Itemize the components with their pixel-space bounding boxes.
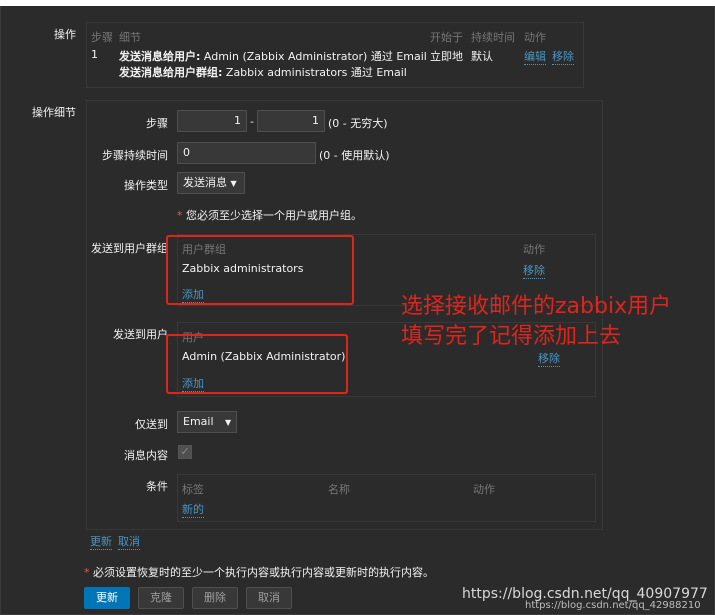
- annotation-line-2: 填写完了记得添加上去: [401, 324, 622, 349]
- col-details-header: 细节: [119, 31, 141, 44]
- steps-separator: -: [250, 115, 254, 128]
- required-note: * 您必须至少选择一个用户或用户组。: [177, 209, 362, 222]
- cancel-button[interactable]: 取消: [246, 587, 292, 609]
- col-step-header: 步骤: [91, 31, 113, 44]
- operations-label: 操作: [54, 28, 76, 41]
- col-group-action-header: 动作: [523, 243, 545, 256]
- step-from-input[interactable]: 1: [177, 110, 247, 132]
- step-to-input[interactable]: 1: [257, 110, 325, 132]
- send-only-to-label: 仅送到: [135, 418, 168, 431]
- chevron-down-icon: ▼: [230, 179, 237, 188]
- remove-user-link[interactable]: 移除: [538, 350, 560, 367]
- operations-table: 步骤 细节 开始于 持续时间 动作 1 发送消息给用户: Admin (Zabb…: [86, 22, 584, 88]
- col-condition-action-header: 动作: [473, 483, 495, 496]
- operation-type-select[interactable]: 发送消息 ▼: [177, 172, 245, 194]
- default-message-checkbox[interactable]: ✓: [178, 445, 192, 459]
- cancel-operation-link[interactable]: 取消: [118, 533, 140, 550]
- chevron-down-icon: ▼: [225, 418, 232, 427]
- watermark-sub: https://blog.csdn.net/qq_42988210: [525, 600, 701, 611]
- conditions-label: 条件: [146, 480, 168, 493]
- update-button[interactable]: 更新: [84, 587, 130, 609]
- highlight-box-users: [166, 334, 348, 394]
- remove-operation-link[interactable]: 移除: [552, 48, 574, 65]
- footer-required-note: * 必须设置恢复时的至少一个执行内容或执行内容或更新时的执行内容。: [84, 566, 434, 579]
- edit-operation-link[interactable]: 编辑: [524, 48, 546, 65]
- col-label-header: 标签: [182, 483, 204, 496]
- operation-duration: 默认: [471, 50, 493, 63]
- col-start-header: 开始于: [430, 31, 463, 44]
- new-condition-link[interactable]: 新的: [182, 501, 204, 518]
- step-duration-label: 步骤持续时间: [102, 149, 168, 162]
- send-to-groups-label: 发送到用户群组: [91, 242, 168, 255]
- step-duration-hint: (0 - 使用默认): [319, 149, 390, 162]
- clone-button[interactable]: 克隆: [138, 587, 184, 609]
- steps-label: 步骤: [146, 117, 168, 130]
- remove-user-group-link[interactable]: 移除: [523, 262, 545, 279]
- col-action-header: 动作: [524, 31, 546, 44]
- operation-detail-group: 发送消息给用户群组: Zabbix administrators 通过 Emai…: [119, 66, 407, 79]
- col-duration-header: 持续时间: [471, 31, 515, 44]
- highlight-box-groups: [166, 235, 354, 305]
- operation-step: 1: [91, 48, 98, 61]
- annotation-line-1: 选择接收邮件的zabbix用户: [401, 294, 672, 319]
- operation-start-in: 立即地: [430, 50, 463, 63]
- steps-hint: (0 - 无穷大): [328, 117, 388, 130]
- conditions-table: 标签 名称 动作 新的: [177, 474, 596, 522]
- step-duration-input[interactable]: 0: [177, 142, 316, 164]
- default-message-label: 消息内容: [124, 449, 168, 462]
- top-strip: [0, 0, 715, 6]
- operation-detail-user: 发送消息给用户: Admin (Zabbix Administrator) 通过…: [119, 50, 427, 63]
- operation-details-label: 操作细节: [32, 106, 76, 119]
- update-operation-link[interactable]: 更新: [90, 533, 112, 550]
- delete-button[interactable]: 删除: [192, 587, 238, 609]
- send-only-to-select[interactable]: Email ▼: [177, 411, 237, 433]
- send-to-users-label: 发送到用户: [113, 328, 168, 341]
- operation-type-label: 操作类型: [124, 179, 168, 192]
- col-name-header: 名称: [328, 483, 350, 496]
